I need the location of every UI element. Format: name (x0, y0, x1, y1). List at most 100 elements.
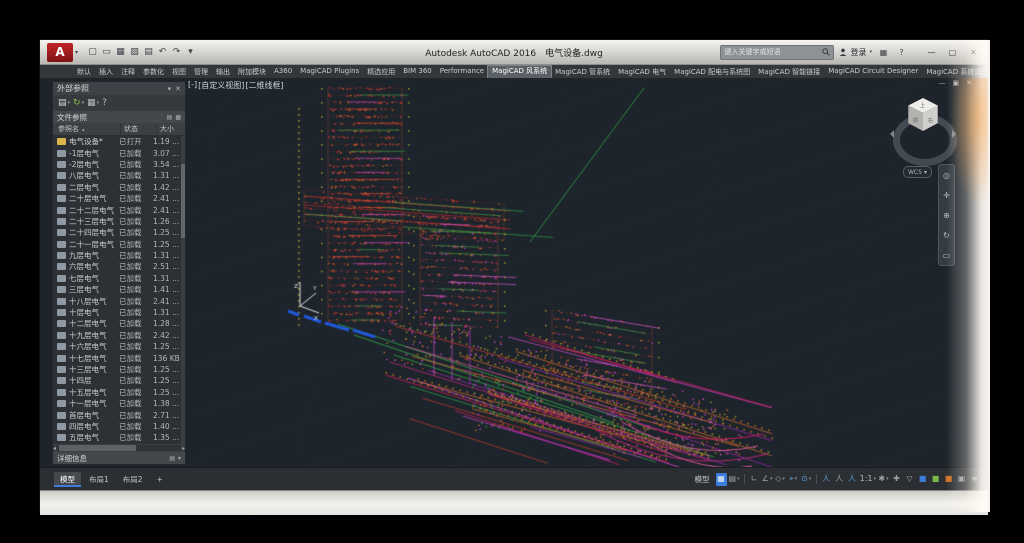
ribbon-tab[interactable]: 参数化 (139, 66, 168, 78)
xref-row[interactable]: 三层电气已加载1.41 ... (53, 284, 185, 295)
ribbon-tab[interactable]: MagiCAD 管系统 (551, 66, 614, 78)
ribbon-tab[interactable]: BIM 360 (399, 66, 436, 78)
xref-row[interactable]: 二十四层电气已加载1.25 ... (53, 227, 185, 238)
ribbon-tab[interactable]: Performance (436, 66, 488, 78)
xref-row[interactable]: 十二层电气已加载1.28 ... (53, 318, 185, 329)
xref-help-icon[interactable]: ? (102, 98, 107, 108)
autoscale-icon[interactable]: 人 (834, 473, 845, 486)
grid-icon[interactable]: ▦ (716, 473, 727, 486)
clean-screen-icon[interactable]: ▣ (956, 473, 967, 486)
ribbon-tab[interactable]: MagiCAD 风系统 (488, 66, 551, 78)
ribbon-tab[interactable]: 精选应用 (363, 66, 399, 78)
annotation-scale-icon[interactable]: 人 (847, 473, 858, 486)
ribbon-tab[interactable]: MagiCAD Circuit Designer (824, 66, 922, 78)
xref-row[interactable]: -1层电气已加载3.07 ... (53, 147, 185, 158)
ortho-icon[interactable]: ∟ (749, 473, 760, 486)
xref-row[interactable]: 十九层电气已加载2.42 ... (53, 330, 185, 341)
drawing-restore-icon[interactable]: ▣ (953, 79, 960, 87)
xref-row[interactable]: 首层电气已加载2.71 ... (53, 409, 185, 420)
xref-row[interactable]: 七层电气已加载1.31 ... (53, 273, 185, 284)
customize-icon[interactable]: ≡ (969, 473, 980, 486)
xref-row[interactable]: 十六层电气已加载1.25 ... (53, 341, 185, 352)
minimize-button[interactable]: — (921, 44, 942, 61)
xref-row[interactable]: 六层电气已加载2.51 ... (53, 261, 185, 272)
xref-row[interactable]: 二十三层电气已加载1.26 ... (53, 216, 185, 227)
drawing-close-icon[interactable]: ✕ (966, 79, 972, 87)
layout-tab-模型[interactable]: 模型 (54, 472, 81, 487)
details-panel-icon[interactable]: ▤ (169, 455, 175, 462)
xref-row[interactable]: 二层电气已加载1.42 ... (53, 182, 185, 193)
xref-row[interactable]: 十七层电气已加载136 KB (53, 352, 185, 363)
qat-dropdown-icon[interactable]: ▾ (185, 46, 196, 58)
list-view-icon[interactable]: ▤ (167, 114, 173, 121)
xref-row[interactable]: 十八层电气已加载2.41 ... (53, 295, 185, 306)
polar-tracking-icon[interactable]: ∠▾ (762, 473, 773, 486)
search-input[interactable]: 键入关键字或短语 (720, 45, 834, 60)
scroll-left-icon[interactable]: ◂ (53, 445, 56, 452)
xref-row[interactable]: 电气设备*已打开1.19 ... (53, 136, 185, 147)
viewcube-east-arrow-icon[interactable] (952, 130, 960, 138)
xref-row[interactable]: 二十二层电气已加载2.41 ... (53, 204, 185, 215)
otrack-icon[interactable]: ⊙▾ (801, 473, 812, 486)
visual-style-control[interactable]: [二维线框] (245, 80, 283, 91)
xref-row[interactable]: 十三层电气已加载1.25 ... (53, 364, 185, 375)
attach-xref-icon[interactable]: ▤▾ (58, 98, 70, 108)
signin-button[interactable]: 登录 ▾ (839, 47, 872, 58)
ribbon-tab[interactable]: 注释 (117, 66, 139, 78)
osnap-icon[interactable]: ⌖▾ (788, 473, 799, 486)
ribbon-tab[interactable]: A360 (270, 66, 296, 78)
layout-tab-布局1[interactable]: 布局1 (83, 472, 115, 487)
vertical-scrollbar[interactable] (181, 136, 185, 444)
ribbon-tab[interactable]: MagiCAD 智能链接 (754, 66, 824, 78)
ribbon-tab[interactable]: 默认 (73, 66, 95, 78)
hscroll-thumb[interactable] (59, 445, 136, 451)
close-button[interactable]: ✕ (963, 44, 984, 61)
new-drawing-icon[interactable]: ▢ (87, 46, 98, 58)
refresh-icon[interactable]: ↻▾ (73, 98, 84, 108)
search-icon[interactable] (822, 48, 830, 56)
hscroll-track[interactable] (57, 445, 181, 451)
exchange-apps-icon[interactable]: ▦ (877, 48, 890, 57)
wcs-menu[interactable]: WCS ▾ (903, 166, 932, 178)
column-refname[interactable]: 参照名▴ (53, 124, 121, 134)
annotation-visibility-icon[interactable]: 人 (821, 473, 832, 486)
ribbon-tab[interactable]: MagiCAD 配电与系统图 (670, 66, 754, 78)
viewcube-cube[interactable]: 上 前 右 (907, 98, 939, 132)
layout-tab-布局2[interactable]: 布局2 (117, 472, 149, 487)
change-path-icon[interactable]: ▦▾ (87, 98, 99, 108)
ribbon-tab[interactable]: MagiCAD 系统设计 (922, 66, 988, 78)
ribbon-tab[interactable]: 视图 (168, 66, 190, 78)
palette-close-icon[interactable]: ✕ (175, 85, 181, 93)
details-collapse-icon[interactable]: ▾ (178, 455, 181, 462)
xref-row[interactable]: 二十层电气已加载2.41 ... (53, 193, 185, 204)
application-menu-button[interactable]: A (47, 43, 73, 62)
filter-icon[interactable]: ▽ (904, 473, 915, 486)
horizontal-scrollbar[interactable]: ◂ ▸ (53, 444, 185, 452)
zoom-icon[interactable]: ⊕ (943, 211, 950, 220)
viewport-corner-control[interactable]: [-] (188, 80, 197, 91)
scrollbar-thumb[interactable] (181, 164, 185, 238)
layout-tab-+[interactable]: + (151, 473, 169, 486)
hardware-accel-icon[interactable]: ■ (917, 473, 928, 486)
undo-icon[interactable]: ↶ (157, 46, 168, 58)
view-control[interactable]: [自定义视图] (198, 80, 244, 91)
showmotion-icon[interactable]: ▭ (943, 251, 951, 260)
palette-menu-icon[interactable]: ▾ (168, 85, 172, 93)
navigation-bar[interactable]: ◎✛⊕↻▭ (938, 164, 955, 266)
open-icon[interactable]: ▭ (101, 46, 112, 58)
help-icon[interactable]: ? (895, 48, 908, 57)
viewcube-west-arrow-icon[interactable] (886, 130, 894, 138)
xref-row[interactable]: 十一层电气已加载1.38 ... (53, 398, 185, 409)
maximize-button[interactable]: ▢ (942, 44, 963, 61)
save-as-icon[interactable]: ▧ (129, 46, 140, 58)
ribbon-tab[interactable]: MagiCAD 电气 (614, 66, 670, 78)
xref-palette-titlebar[interactable]: 外部参照 ▾✕ (53, 82, 185, 95)
ribbon-tab[interactable]: 输出 (212, 66, 234, 78)
app-menu-dropdown-icon[interactable]: ▾ (75, 49, 78, 56)
tree-view-icon[interactable]: ▦ (175, 114, 181, 121)
column-size[interactable]: 大小 (157, 124, 185, 134)
viewport-canvas[interactable] (52, 78, 958, 467)
isodraft-icon[interactable]: ◇▾ (775, 473, 786, 486)
snap-mode-icon[interactable]: ▤▾ (729, 473, 740, 486)
trim-extend-icon[interactable]: ■ (943, 473, 954, 486)
